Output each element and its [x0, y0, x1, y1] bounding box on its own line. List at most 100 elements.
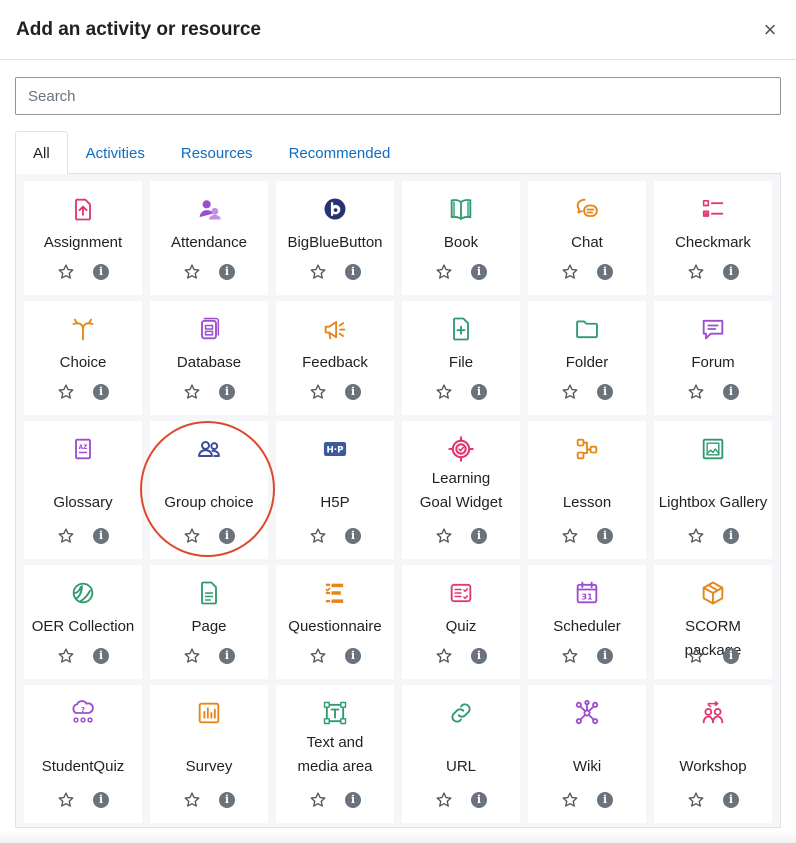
activity-card-url[interactable]: URL i: [402, 685, 520, 823]
info-icon[interactable]: i: [219, 792, 235, 808]
tab-resources[interactable]: Resources: [163, 132, 271, 174]
star-icon[interactable]: [183, 383, 201, 401]
activity-card-scheduler[interactable]: 31 Scheduler i: [528, 565, 646, 679]
activity-card-quiz[interactable]: Quiz i: [402, 565, 520, 679]
info-icon[interactable]: i: [345, 792, 361, 808]
star-icon[interactable]: [687, 527, 705, 545]
star-icon[interactable]: [57, 383, 75, 401]
activity-card-studentquiz[interactable]: ? StudentQuiz i: [24, 685, 142, 823]
activity-card-oer-collection[interactable]: OER Collection i: [24, 565, 142, 679]
star-icon[interactable]: [561, 263, 579, 281]
star-icon[interactable]: [435, 527, 453, 545]
star-icon[interactable]: [435, 263, 453, 281]
activity-card-bigbluebutton[interactable]: BigBlueButton i: [276, 181, 394, 295]
activity-card-database[interactable]: Database i: [150, 301, 268, 415]
activity-card-page[interactable]: Page i: [150, 565, 268, 679]
star-icon[interactable]: [435, 647, 453, 665]
info-icon[interactable]: i: [93, 384, 109, 400]
star-icon[interactable]: [687, 647, 705, 665]
star-icon[interactable]: [57, 527, 75, 545]
activity-card-forum[interactable]: Forum i: [654, 301, 772, 415]
info-icon[interactable]: i: [345, 384, 361, 400]
activity-label: Glossary: [53, 494, 113, 511]
activity-card-learning-goal-widget[interactable]: Learning Goal Widget i: [402, 421, 520, 559]
info-icon[interactable]: i: [345, 528, 361, 544]
info-icon[interactable]: i: [345, 648, 361, 664]
info-icon[interactable]: i: [597, 528, 613, 544]
activity-card-workshop[interactable]: Workshop i: [654, 685, 772, 823]
star-icon[interactable]: [687, 791, 705, 809]
activity-card-group-choice[interactable]: Group choice i: [150, 421, 268, 559]
info-icon[interactable]: i: [723, 792, 739, 808]
info-icon[interactable]: i: [345, 264, 361, 280]
star-icon[interactable]: [57, 647, 75, 665]
activity-card-lightbox-gallery[interactable]: Lightbox Gallery i: [654, 421, 772, 559]
quiz-icon: [447, 579, 475, 607]
star-icon[interactable]: [57, 791, 75, 809]
star-icon[interactable]: [183, 527, 201, 545]
activity-card-scorm-package[interactable]: SCORM package i: [654, 565, 772, 679]
activity-card-choice[interactable]: Choice i: [24, 301, 142, 415]
info-icon[interactable]: i: [471, 648, 487, 664]
star-icon[interactable]: [309, 791, 327, 809]
star-icon[interactable]: [183, 791, 201, 809]
info-icon[interactable]: i: [219, 264, 235, 280]
star-icon[interactable]: [309, 647, 327, 665]
star-icon[interactable]: [183, 647, 201, 665]
activity-card-book[interactable]: Book i: [402, 181, 520, 295]
activity-card-lesson[interactable]: Lesson i: [528, 421, 646, 559]
star-icon[interactable]: [561, 383, 579, 401]
star-icon[interactable]: [309, 527, 327, 545]
info-icon[interactable]: i: [597, 792, 613, 808]
info-icon[interactable]: i: [471, 528, 487, 544]
star-icon[interactable]: [561, 527, 579, 545]
activity-card-feedback[interactable]: Feedback i: [276, 301, 394, 415]
info-icon[interactable]: i: [219, 528, 235, 544]
star-icon[interactable]: [561, 647, 579, 665]
info-icon[interactable]: i: [723, 264, 739, 280]
info-icon[interactable]: i: [219, 384, 235, 400]
info-icon[interactable]: i: [723, 528, 739, 544]
info-icon[interactable]: i: [597, 264, 613, 280]
activity-card-checkmark[interactable]: Checkmark i: [654, 181, 772, 295]
info-icon[interactable]: i: [597, 648, 613, 664]
info-icon[interactable]: i: [93, 792, 109, 808]
activity-card-glossary[interactable]: AZ Glossary i: [24, 421, 142, 559]
tab-recommended[interactable]: Recommended: [271, 132, 409, 174]
activity-card-file[interactable]: File i: [402, 301, 520, 415]
search-input[interactable]: [15, 77, 781, 115]
star-icon[interactable]: [435, 383, 453, 401]
info-icon[interactable]: i: [93, 648, 109, 664]
activity-card-chat[interactable]: Chat i: [528, 181, 646, 295]
star-icon[interactable]: [687, 383, 705, 401]
activity-card-assignment[interactable]: Assignment i: [24, 181, 142, 295]
info-icon[interactable]: i: [93, 264, 109, 280]
activity-card-wiki[interactable]: Wiki i: [528, 685, 646, 823]
star-icon[interactable]: [183, 263, 201, 281]
info-icon[interactable]: i: [723, 648, 739, 664]
star-icon[interactable]: [687, 263, 705, 281]
tab-activities[interactable]: Activities: [68, 132, 163, 174]
activity-card-text-and-media-area[interactable]: Text and media area i: [276, 685, 394, 823]
star-icon[interactable]: [435, 791, 453, 809]
star-icon[interactable]: [561, 791, 579, 809]
info-icon[interactable]: i: [219, 648, 235, 664]
activity-actions: i: [150, 647, 268, 665]
info-icon[interactable]: i: [471, 264, 487, 280]
activity-card-questionnaire[interactable]: Questionnaire i: [276, 565, 394, 679]
activity-label: URL: [445, 758, 476, 775]
close-icon[interactable]: ×: [760, 18, 780, 41]
star-icon[interactable]: [309, 263, 327, 281]
activity-card-attendance[interactable]: Attendance i: [150, 181, 268, 295]
info-icon[interactable]: i: [471, 384, 487, 400]
star-icon[interactable]: [57, 263, 75, 281]
activity-card-h5p[interactable]: H·P H5P i: [276, 421, 394, 559]
activity-card-survey[interactable]: Survey i: [150, 685, 268, 823]
info-icon[interactable]: i: [471, 792, 487, 808]
tab-all[interactable]: All: [15, 131, 68, 174]
info-icon[interactable]: i: [93, 528, 109, 544]
info-icon[interactable]: i: [597, 384, 613, 400]
info-icon[interactable]: i: [723, 384, 739, 400]
star-icon[interactable]: [309, 383, 327, 401]
activity-card-folder[interactable]: Folder i: [528, 301, 646, 415]
